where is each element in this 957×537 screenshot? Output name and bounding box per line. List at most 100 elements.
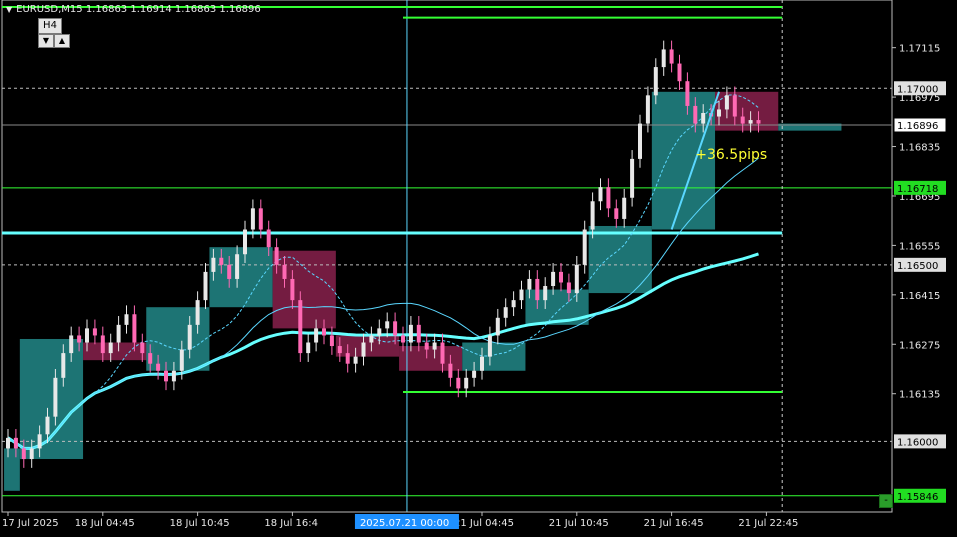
bull-candle [306, 342, 311, 354]
bull-zone-box [146, 307, 210, 371]
bull-candle [171, 370, 176, 382]
bull-candle [29, 448, 34, 460]
bear-candle [440, 342, 445, 364]
x-tick-label: 21 Jul 22:45 [738, 518, 798, 529]
crosshair-time-label: 2025.07.21 00:00 [360, 518, 449, 529]
bear-candle [393, 321, 398, 336]
price-tag-label: 1.17000 [897, 84, 938, 95]
bear-candle [322, 328, 326, 336]
bull-candle [622, 197, 627, 219]
bull-candle [630, 158, 635, 198]
bull-candle [748, 120, 753, 124]
bear-candle [401, 335, 405, 343]
bear-candle [669, 49, 674, 64]
bear-candle [13, 437, 18, 449]
bull-candle [108, 342, 113, 354]
bear-candle [424, 342, 429, 350]
bull-candle [85, 328, 89, 343]
bull-candle [717, 109, 721, 117]
bull-zone-box [462, 342, 526, 371]
timeframe-label[interactable]: H4 [38, 18, 62, 34]
collapse-minus-button[interactable]: - [879, 494, 893, 508]
plot-frame [1, 0, 893, 513]
bear-candle [21, 448, 26, 460]
chart-window[interactable]: +36.5pips 1.17115 1.16975 1.16835 1.16695 1.1… [0, 0, 957, 533]
bear-zone-box [272, 250, 336, 329]
bull-candle [724, 95, 729, 110]
bull-zone-box [209, 247, 273, 308]
bull-candle [464, 377, 469, 389]
current-price-tag-label: 1.16896 [897, 121, 938, 132]
bear-candle [732, 95, 737, 117]
bull-candle [472, 370, 477, 378]
bear-candle [290, 278, 295, 301]
bull-candle [353, 356, 358, 364]
bear-candle [258, 208, 263, 230]
bull-candle [195, 300, 200, 325]
bull-candle [480, 356, 484, 371]
x-tick-label: 21 Jul 04:45 [454, 518, 514, 529]
bull-candle [511, 300, 516, 308]
bull-candle [187, 324, 192, 350]
symbol-header: ▼ EURUSD,M15 1.16863 1.16914 1.16863 1.16… [6, 4, 261, 15]
bull-candle [203, 271, 208, 301]
bear-candle [274, 247, 279, 265]
bear-zone-box [335, 335, 400, 357]
y-tick-label: 1.16135 [899, 390, 940, 401]
price-tag-label: 1.15846 [897, 492, 938, 503]
bull-candle [653, 67, 658, 96]
bear-candle [156, 363, 161, 371]
bear-candle [282, 264, 287, 279]
x-tick-label: 18 Jul 10:45 [170, 518, 230, 529]
timeframe-down-button[interactable]: ▼ [38, 34, 54, 48]
bear-candle [329, 335, 334, 347]
bull-candle [638, 123, 642, 159]
timeframe-up-button[interactable]: ▲ [54, 34, 70, 48]
x-tick-label: 18 Jul 04:45 [75, 518, 135, 529]
collapse-triangle-icon[interactable]: ▼ [6, 5, 12, 14]
bull-candle [377, 328, 382, 336]
bear-candle [266, 229, 271, 248]
bull-candle [495, 317, 500, 336]
timeframe-switcher: H4 ▼ ▲ [38, 18, 70, 48]
bull-candle [590, 201, 595, 230]
price-tag-label: 1.16500 [897, 261, 938, 272]
bear-candle [448, 363, 453, 378]
bull-zone-box [4, 448, 20, 491]
bull-candle [701, 112, 706, 124]
bull-candle [661, 49, 666, 68]
bull-candle [235, 254, 240, 279]
y-tick-label: 1.16415 [899, 291, 940, 302]
bull-candle [543, 286, 548, 301]
price-tag-label: 1.16718 [897, 184, 938, 195]
x-tick-label: 21 Jul 10:45 [549, 518, 609, 529]
symbol-ohlc-text: EURUSD,M15 1.16863 1.16914 1.16863 1.168… [16, 4, 261, 15]
bear-candle [140, 342, 145, 354]
y-tick-label: 1.16555 [899, 241, 940, 252]
bear-candle [606, 187, 611, 209]
bull-candle [519, 289, 524, 301]
bull-candle [53, 377, 58, 417]
bull-candle [503, 307, 508, 318]
bear-zone-box [399, 346, 463, 371]
bull-candle [250, 208, 255, 230]
bull-candle [314, 328, 319, 343]
bull-candle [243, 229, 247, 255]
bear-candle [164, 370, 168, 382]
bull-candle [582, 229, 587, 265]
bear-candle [416, 324, 421, 343]
bear-candle [92, 328, 97, 336]
x-tick-label: 21 Jul 16:45 [644, 518, 704, 529]
bear-candle [132, 314, 137, 343]
bear-candle [566, 282, 571, 294]
bull-candle [369, 335, 374, 343]
bear-candle [77, 335, 82, 343]
bull-candle [37, 434, 42, 449]
bull-candle [574, 264, 579, 294]
bear-candle [100, 335, 105, 354]
bear-candle [693, 105, 698, 124]
pips-label: +36.5pips [695, 147, 767, 163]
price-chart[interactable]: +36.5pips1.171151.169751.168351.166951.1… [0, 0, 957, 533]
bull-candle [598, 187, 603, 202]
bear-candle [337, 346, 342, 354]
